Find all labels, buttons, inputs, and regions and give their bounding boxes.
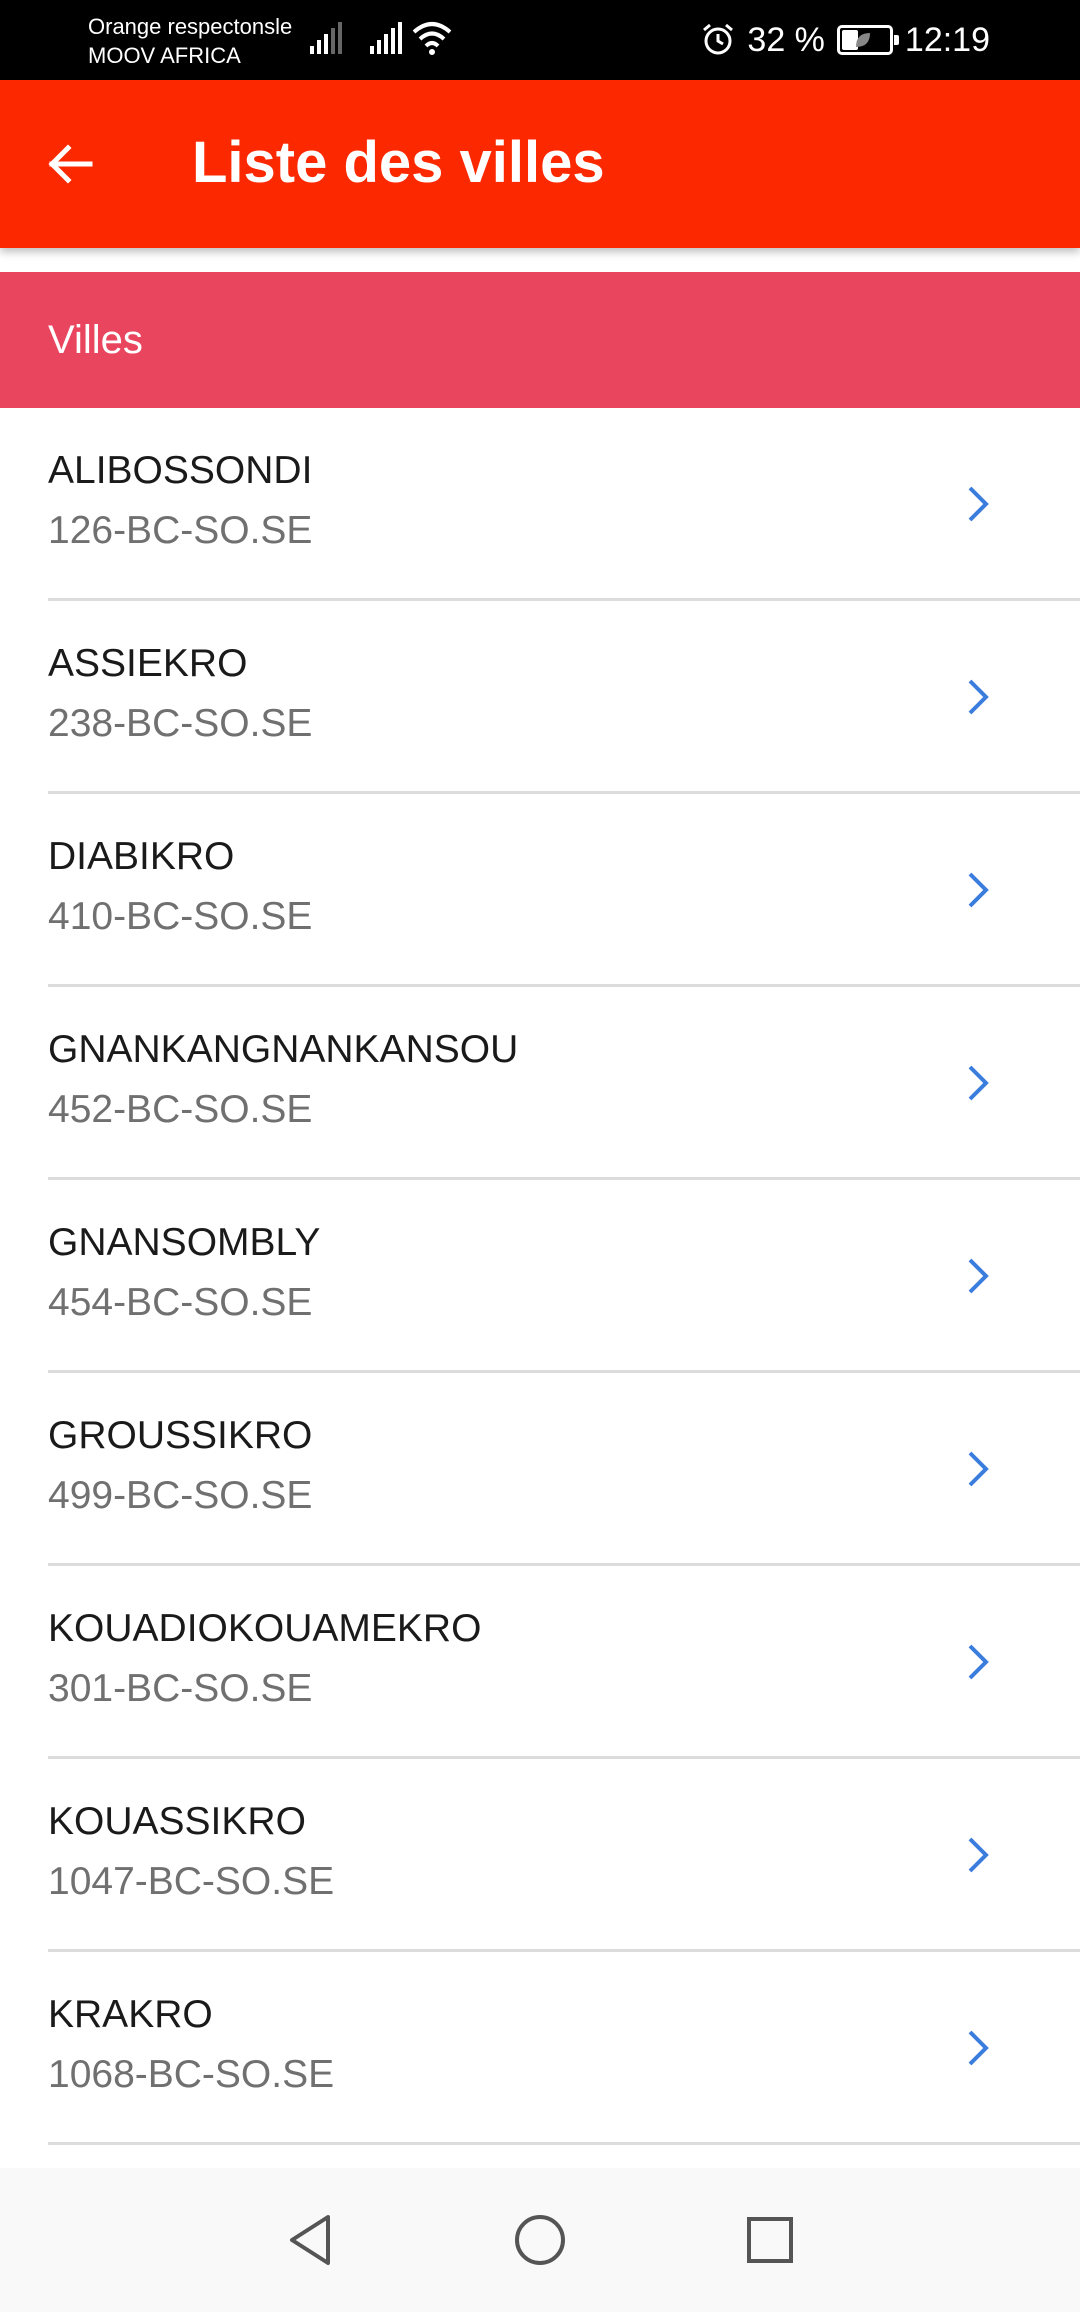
chevron-right-icon — [958, 1827, 998, 1883]
status-indicators: 32 % 12:19 — [701, 0, 990, 80]
chevron-right-icon — [958, 862, 998, 918]
city-code: 1068-BC-SO.SE — [48, 2053, 335, 2096]
city-name: GROUSSIKRO — [48, 1414, 313, 1457]
city-code: 454-BC-SO.SE — [48, 1281, 313, 1324]
page-title: Liste des villes — [192, 130, 605, 195]
nav-back-button[interactable] — [270, 2200, 350, 2280]
chevron-right-icon — [958, 669, 998, 725]
list-item[interactable]: ASSIEKRO 238-BC-SO.SE — [0, 601, 1080, 794]
nav-home-icon — [515, 2215, 565, 2265]
battery-icon — [836, 25, 899, 55]
nav-recent-icon — [747, 2217, 793, 2263]
list-item[interactable]: ALIBOSSONDI 126-BC-SO.SE — [0, 408, 1080, 601]
chevron-right-icon — [958, 1055, 998, 1111]
carrier-info: Orange respectonsle MOOV AFRICA — [88, 12, 293, 70]
status-bar: Orange respectonsle MOOV AFRICA 32 % 12:… — [0, 0, 1080, 80]
nav-home-button[interactable] — [500, 2200, 580, 2280]
city-name: GNANSOMBLY — [48, 1221, 321, 1264]
city-code: 452-BC-SO.SE — [48, 1088, 313, 1131]
nav-recent-button[interactable] — [730, 2200, 810, 2280]
list-item[interactable]: GNANKANGNANKANSOU 452-BC-SO.SE — [0, 987, 1080, 1180]
chevron-right-icon — [958, 1248, 998, 1304]
chevron-right-icon — [958, 1634, 998, 1690]
wifi-icon — [412, 22, 452, 55]
list-item[interactable]: KOUADIOKOUAMEKRO 301-BC-SO.SE — [0, 1566, 1080, 1759]
city-name: GNANKANGNANKANSOU — [48, 1028, 519, 1071]
carrier-name-2: MOOV AFRICA — [88, 43, 241, 68]
list-item[interactable]: GNANSOMBLY 454-BC-SO.SE — [0, 1180, 1080, 1373]
alarm-icon — [703, 23, 734, 55]
city-name: KRAKRO — [48, 1993, 213, 2036]
signal-icon — [310, 22, 342, 54]
city-name: ASSIEKRO — [48, 642, 248, 685]
city-list: ALIBOSSONDI 126-BC-SO.SE ASSIEKRO 238-BC-SO… — [0, 408, 1080, 2145]
nav-back-icon — [290, 2215, 330, 2265]
city-name: DIABIKRO — [48, 835, 235, 878]
chevron-right-icon — [958, 1441, 998, 1497]
clock: 12:19 — [904, 20, 990, 59]
city-code: 410-BC-SO.SE — [48, 895, 313, 938]
chevron-right-icon — [958, 2020, 998, 2076]
section-header-label: Villes — [48, 318, 143, 362]
list-item[interactable]: KRAKRO 1068-BC-SO.SE — [0, 1952, 1080, 2145]
list-item[interactable]: GROUSSIKRO 499-BC-SO.SE — [0, 1373, 1080, 1566]
city-name: ALIBOSSONDI — [48, 449, 313, 492]
arrow-back-icon — [48, 144, 93, 184]
battery-saver-icon — [855, 33, 870, 47]
city-name: KOUADIOKOUAMEKRO — [48, 1607, 482, 1650]
carrier-name-1: Orange respectonsle — [88, 14, 293, 39]
section-header: Villes — [0, 272, 1080, 408]
city-code: 301-BC-SO.SE — [48, 1667, 313, 1710]
app-bar: Liste des villes — [0, 80, 1080, 248]
signal-icon — [370, 22, 402, 54]
city-code: 126-BC-SO.SE — [48, 509, 313, 552]
list-item[interactable]: DIABIKRO 410-BC-SO.SE — [0, 794, 1080, 987]
battery-percent: 32 % — [747, 20, 825, 59]
city-code: 499-BC-SO.SE — [48, 1474, 313, 1517]
city-code: 238-BC-SO.SE — [48, 702, 313, 745]
city-code: 1047-BC-SO.SE — [48, 1860, 335, 1903]
city-name: KOUASSIKRO — [48, 1800, 306, 1843]
list-item[interactable]: KOUASSIKRO 1047-BC-SO.SE — [0, 1759, 1080, 1952]
back-button[interactable] — [30, 124, 110, 204]
chevron-right-icon — [958, 476, 998, 532]
navigation-bar — [0, 2168, 1080, 2312]
